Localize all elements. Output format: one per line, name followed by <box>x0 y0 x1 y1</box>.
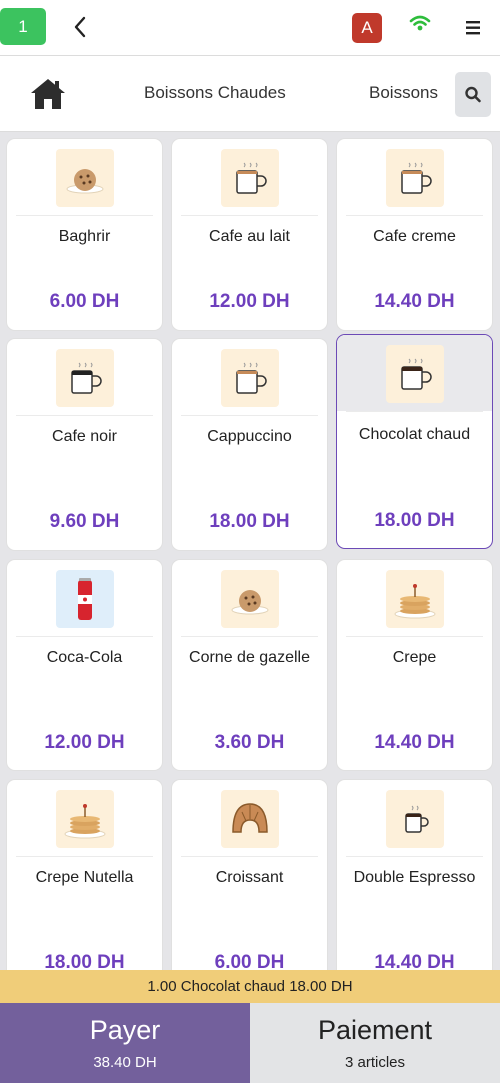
product-card[interactable]: Croissant 6.00 DH <box>171 779 328 970</box>
product-name: Chocolat chaud <box>358 426 471 443</box>
product-name: Cappuccino <box>207 428 292 445</box>
product-card[interactable]: Cappuccino 18.00 DH <box>171 338 328 551</box>
search-icon <box>465 86 481 103</box>
product-price: 6.00 DH <box>49 291 120 312</box>
coffee-cup-icon <box>386 149 444 207</box>
home-icon <box>31 79 65 109</box>
product-name: Crepe Nutella <box>35 869 134 886</box>
product-price: 6.00 DH <box>214 952 285 970</box>
product-price: 18.00 DH <box>44 952 125 970</box>
product-price: 12.00 DH <box>44 732 125 753</box>
category-bar: Boissons Chaudes Boissons <box>0 56 500 132</box>
product-price: 18.00 DH <box>209 511 290 532</box>
search-button[interactable] <box>455 72 491 117</box>
product-price: 14.40 DH <box>374 291 455 312</box>
product-name: Cafe au lait <box>209 228 290 245</box>
product-card[interactable]: Crepe 14.40 DH <box>336 559 493 771</box>
product-price: 9.60 DH <box>49 511 120 532</box>
product-price: 3.60 DH <box>214 732 285 753</box>
product-card-selected[interactable]: Chocolat chaud 18.00 DH <box>336 334 493 549</box>
product-name: Crepe <box>392 649 437 666</box>
home-button[interactable] <box>28 76 68 112</box>
payment-button[interactable]: Paiement 3 articles <box>250 1003 500 1083</box>
coffee-cup-icon <box>386 345 444 403</box>
product-price: 18.00 DH <box>374 510 455 531</box>
product-card[interactable]: Cafe au lait 12.00 DH <box>171 138 328 331</box>
product-card[interactable]: Corne de gazelle 3.60 DH <box>171 559 328 771</box>
pay-label: Payer <box>89 1015 161 1045</box>
payment-label: Paiement <box>317 1015 433 1045</box>
product-name: Cafe creme <box>373 228 456 245</box>
croissant-icon <box>221 790 279 848</box>
product-card[interactable]: Cafe creme 14.40 DH <box>336 138 493 331</box>
cookie-icon <box>221 570 279 628</box>
product-name: Corne de gazelle <box>189 649 310 666</box>
back-button[interactable] <box>66 12 96 42</box>
pay-total: 38.40 DH <box>93 1054 157 1071</box>
product-grid: Baghrir 6.00 DH Cafe au lait 12.00 DH Ca… <box>0 132 500 970</box>
product-card[interactable]: Crepe Nutella 18.00 DH <box>6 779 163 970</box>
menu-button[interactable] <box>460 16 486 40</box>
product-price: 12.00 DH <box>209 291 290 312</box>
table-number-badge[interactable]: 1 <box>0 8 46 45</box>
product-card[interactable]: Cafe noir 9.60 DH <box>6 338 163 551</box>
hamburger-icon <box>466 21 480 35</box>
order-summary[interactable]: 1.00 Chocolat chaud 18.00 DH <box>0 970 500 1003</box>
product-name: Double Espresso <box>353 869 476 886</box>
chevron-left-icon <box>74 16 86 38</box>
wifi-icon <box>406 12 434 36</box>
tab-boissons-chaudes[interactable]: Boissons Chaudes <box>144 83 286 103</box>
product-price: 14.40 DH <box>374 952 455 970</box>
coffee-cup-icon <box>221 349 279 407</box>
product-name: Cafe noir <box>52 428 117 445</box>
top-bar: 1 A <box>0 0 500 56</box>
product-card[interactable]: Coca-Cola 12.00 DH <box>6 559 163 771</box>
payment-count: 3 articles <box>344 1054 406 1071</box>
cookie-icon <box>56 149 114 207</box>
cola-can-icon <box>56 570 114 628</box>
product-card[interactable]: Double Espresso 14.40 DH <box>336 779 493 970</box>
coffee-cup-icon <box>221 149 279 207</box>
pancakes-icon <box>386 570 444 628</box>
coffee-cup-icon <box>56 349 114 407</box>
pay-button[interactable]: Payer 38.40 DH <box>0 1003 250 1083</box>
product-card[interactable]: Baghrir 6.00 DH <box>6 138 163 331</box>
product-name: Baghrir <box>58 228 111 245</box>
product-name: Coca-Cola <box>46 649 123 666</box>
product-name: Croissant <box>215 869 284 886</box>
coffee-cup-small-icon <box>386 790 444 848</box>
product-price: 14.40 DH <box>374 732 455 753</box>
tab-boissons[interactable]: Boissons <box>369 83 438 103</box>
user-avatar[interactable]: A <box>352 13 382 43</box>
pancakes-icon <box>56 790 114 848</box>
